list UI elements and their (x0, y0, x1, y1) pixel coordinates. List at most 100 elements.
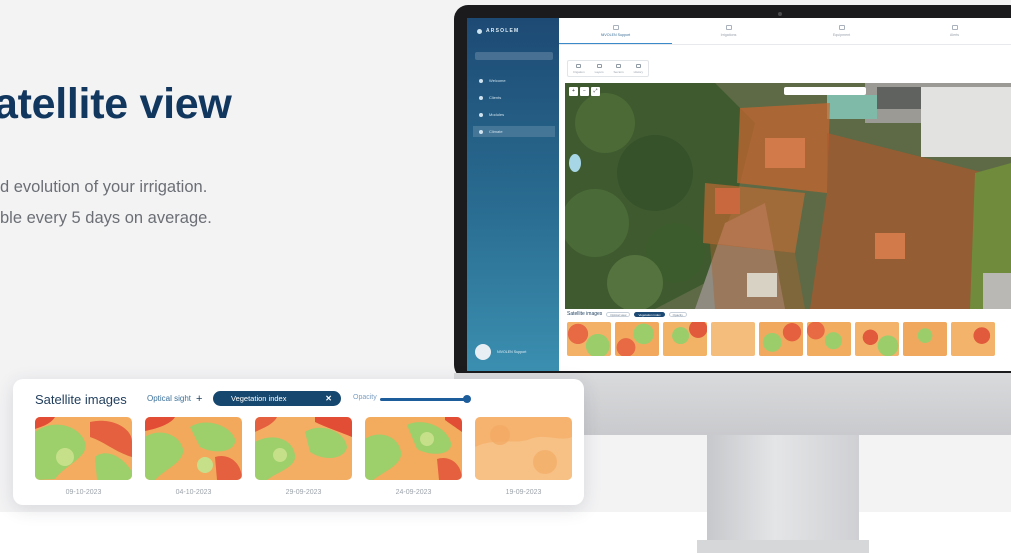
strip-thumbnail[interactable] (951, 322, 995, 356)
thumbnail-date: 29-09-2023 (285, 489, 322, 496)
sidebar-item-climate[interactable]: Climate (473, 126, 555, 137)
vegetation-thumbnail[interactable] (365, 417, 462, 480)
strip-optical-pill[interactable]: Optical view (606, 311, 631, 317)
vegetation-index-label: Vegetation index (231, 394, 287, 403)
camera-icon (778, 12, 782, 16)
toolbar-layers-button[interactable]: Layers (594, 63, 604, 74)
map-controls: + − ⤢ (569, 87, 600, 96)
monitor-stand (707, 435, 859, 553)
thumbnail-item[interactable]: 19-09-2023 (475, 417, 572, 496)
strip-title: Satellite images (567, 311, 603, 317)
user-name: NIVOLEN Support (497, 349, 527, 354)
sidebar-item-label: Welcome (489, 78, 506, 83)
monitor-stand-base (697, 540, 869, 553)
tab-equipment[interactable]: Equipment (785, 18, 898, 44)
toolbar-label: History (633, 69, 643, 74)
thumbnail-date: 09-10-2023 (65, 489, 102, 496)
strip-thumbnail[interactable] (663, 322, 707, 356)
zoom-out-button[interactable]: − (580, 87, 589, 96)
tab-alerts[interactable]: Alerts (898, 18, 1011, 44)
brand-name: ARSOLEM (486, 28, 520, 34)
alert-icon (951, 25, 958, 30)
tab-support[interactable]: NIVOLEN Support (559, 18, 672, 44)
thumbnail-list: 09-10-2023 04-10-2023 29-09-2023 24-09-2… (35, 417, 572, 496)
sidebar-user[interactable]: NIVOLEN Support (475, 342, 553, 362)
history-icon (635, 63, 641, 68)
vegetation-map-image (365, 417, 462, 480)
thumbnail-date: 04-10-2023 (175, 489, 212, 496)
support-icon (612, 24, 619, 30)
vegetation-map-image (145, 417, 242, 480)
thumbnail-item[interactable]: 24-09-2023 (365, 417, 462, 496)
vegetation-map-image (35, 417, 132, 480)
close-icon[interactable]: ✕ (325, 394, 332, 403)
card-title: Satellite images (35, 392, 127, 407)
irrigation-icon (576, 63, 582, 68)
logo-icon (477, 28, 482, 34)
app-top-nav: NIVOLEN Support Irrigations Equipment Al… (559, 18, 1011, 45)
strip-thumbnail[interactable] (807, 322, 851, 356)
satellite-map[interactable]: + − ⤢ (565, 83, 1011, 309)
tab-label: Irrigations (720, 33, 737, 37)
sidebar-item-label: Clients (489, 95, 502, 100)
map-toolbar: Irrigation Layers Sectors History (567, 60, 649, 77)
opacity-slider[interactable] (380, 398, 466, 401)
strip-header: Satellite images Optical view Vegetation… (567, 311, 687, 317)
map-search-input[interactable] (784, 87, 866, 95)
strip-thumbnail[interactable] (711, 322, 755, 356)
irrigation-icon (725, 25, 732, 30)
home-icon (479, 78, 483, 83)
thumbnail-date: 19-09-2023 (505, 489, 542, 496)
vegetation-map-image (255, 417, 352, 480)
thumbnail-item[interactable]: 29-09-2023 (255, 417, 352, 496)
sidebar-item-label: Modules (489, 112, 505, 117)
thumbnail-item[interactable]: 09-10-2023 (35, 417, 132, 496)
vegetation-thumbnail[interactable] (35, 417, 132, 480)
avatar (475, 344, 491, 360)
layers-icon (596, 63, 602, 68)
toolbar-label: Sectors (613, 69, 624, 74)
cloudy-thumbnail[interactable] (475, 417, 572, 480)
strip-thumbnail[interactable] (759, 322, 803, 356)
description-line-2: ble every 5 days on average. (0, 209, 212, 227)
vegetation-thumbnail[interactable] (145, 417, 242, 480)
toolbar-irrigation-button[interactable]: Irrigation (572, 63, 585, 74)
strip-vegetation-pill[interactable]: Vegetation index (634, 311, 665, 317)
toolbar-history-button[interactable]: History (633, 63, 643, 74)
plus-icon: + (196, 392, 203, 405)
app-satellite-strip: Satellite images Optical view Vegetation… (565, 309, 1011, 359)
sidebar-search-input[interactable] (475, 52, 553, 60)
tab-irrigations[interactable]: Irrigations (672, 18, 785, 44)
description: d evolution of your irrigation. ble ever… (0, 172, 212, 234)
sidebar-item-label: Climate (489, 129, 503, 134)
optical-sight-label: Optical sight (147, 394, 192, 403)
tab-label: Equipment (832, 33, 851, 37)
thumbnail-date: 24-09-2023 (395, 489, 432, 496)
module-icon (479, 112, 483, 117)
equipment-icon (838, 25, 845, 30)
cloudy-map-image (475, 417, 572, 480)
strip-thumbnail[interactable] (615, 322, 659, 356)
sidebar-item-clients[interactable]: Clients (473, 92, 555, 103)
strip-thumbnail[interactable] (855, 322, 899, 356)
tab-label: Alerts (949, 33, 960, 37)
description-line-1: d evolution of your irrigation. (0, 178, 208, 196)
page-title: atellite view (0, 80, 232, 128)
sidebar-item-modules[interactable]: Modules (473, 109, 555, 120)
strip-thumbnail[interactable] (567, 322, 611, 356)
thumbnail-item[interactable]: 04-10-2023 (145, 417, 242, 496)
vegetation-index-chip[interactable]: Vegetation index ✕ (213, 391, 341, 406)
fullscreen-button[interactable]: ⤢ (591, 87, 600, 96)
toolbar-sectors-button[interactable]: Sectors (613, 63, 624, 74)
strip-opacity-pill[interactable]: Opacity (668, 311, 687, 317)
opacity-label: Opacity (353, 394, 377, 401)
sidebar-item-welcome[interactable]: Welcome (473, 75, 555, 86)
toolbar-label: Layers (594, 69, 604, 74)
toolbar-label: Irrigation (572, 69, 585, 74)
opacity-slider-handle[interactable] (463, 395, 471, 403)
zoom-in-button[interactable]: + (569, 87, 578, 96)
strip-thumbnail[interactable] (903, 322, 947, 356)
vegetation-thumbnail[interactable] (255, 417, 352, 480)
optical-sight-button[interactable]: Optical sight + (147, 392, 203, 405)
user-icon (479, 95, 483, 100)
